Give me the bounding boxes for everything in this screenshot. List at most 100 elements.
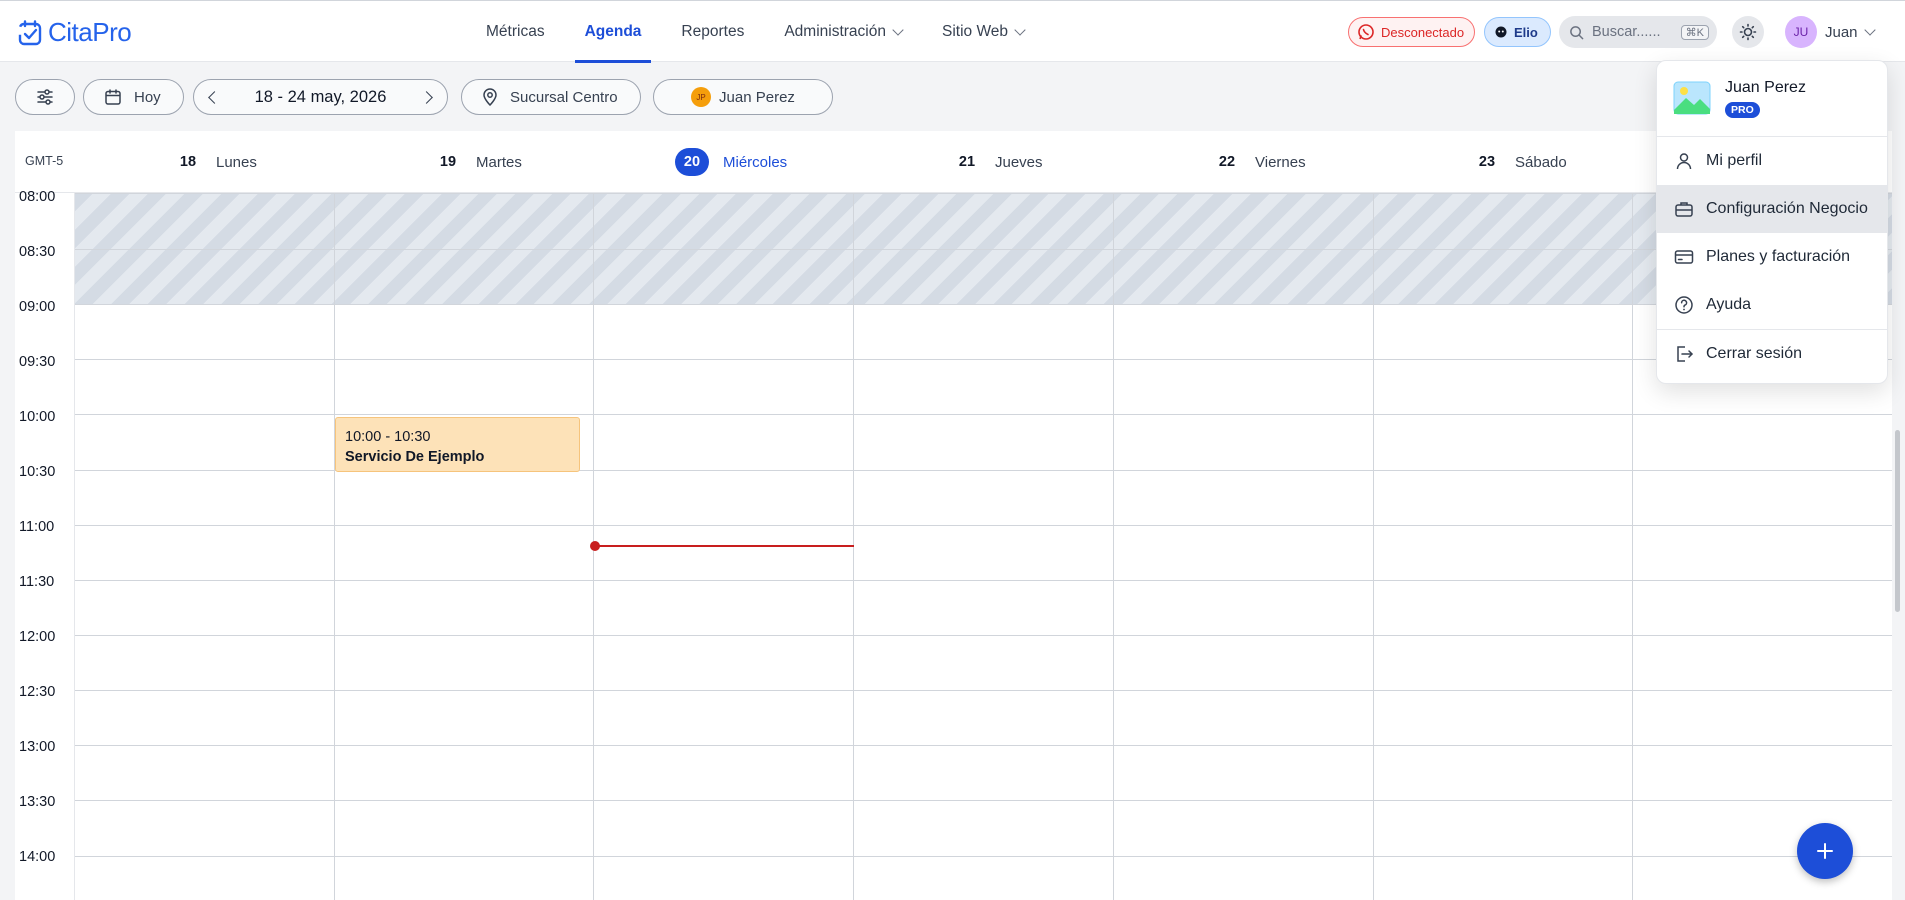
search-shortcut: ⌘K xyxy=(1680,24,1709,40)
time-gridline xyxy=(75,193,1892,194)
day-number: 23 xyxy=(1478,154,1496,170)
appointment-event[interactable]: 10:00 - 10:30 Servicio De Ejemplo xyxy=(335,417,580,472)
menu-item-business-settings[interactable]: Configuración Negocio xyxy=(1657,185,1887,233)
menu-item-profile[interactable]: Mi perfil xyxy=(1657,137,1887,185)
user-icon xyxy=(1676,153,1692,170)
time-label: 12:00 xyxy=(19,629,56,645)
nav-reportes[interactable]: Reportes xyxy=(661,1,764,63)
week-calendar: GMT-5 18 Lunes 19 Martes 20 Miércoles 21… xyxy=(15,131,1892,900)
time-label: 12:30 xyxy=(19,684,56,700)
previous-week-icon[interactable] xyxy=(208,90,221,104)
time-gridline xyxy=(75,580,1892,581)
time-label: 13:30 xyxy=(19,794,56,810)
location-pin-icon xyxy=(483,88,497,106)
avatar: JU xyxy=(1785,16,1817,48)
menu-user-header: Juan Perez PRO xyxy=(1657,61,1887,137)
nav-metricas[interactable]: Métricas xyxy=(466,1,565,63)
event-time: 10:00 - 10:30 xyxy=(345,429,431,445)
main-nav: Métricas Agenda Reportes Administración … xyxy=(466,1,1044,63)
app-logo[interactable]: CitaPro xyxy=(18,17,132,48)
day-header-thursday[interactable]: 21 Jueves xyxy=(953,131,1043,193)
plus-icon xyxy=(1817,843,1833,859)
time-column-divider xyxy=(74,131,75,900)
theme-toggle-button[interactable] xyxy=(1732,16,1764,48)
briefcase-icon xyxy=(1675,202,1693,217)
menu-item-label: Cerrar sesión xyxy=(1706,345,1803,362)
user-photo-placeholder-icon xyxy=(1673,81,1711,115)
time-label: 11:30 xyxy=(19,574,55,590)
whatsapp-icon xyxy=(1358,24,1374,40)
sliders-icon xyxy=(37,89,53,105)
search-input[interactable]: Buscar...... ⌘K xyxy=(1559,16,1717,48)
time-gridline xyxy=(75,856,1892,857)
staff-selector[interactable]: JP Juan Perez xyxy=(653,79,833,115)
today-button[interactable]: Hoy xyxy=(83,79,184,115)
time-gridline xyxy=(75,414,1892,415)
calendar-check-logo-icon xyxy=(18,19,42,45)
branch-label: Sucursal Centro xyxy=(510,88,618,106)
whatsapp-status-text: Desconectado xyxy=(1381,24,1465,40)
search-placeholder: Buscar...... xyxy=(1592,24,1661,40)
day-header-tuesday[interactable]: 19 Martes xyxy=(434,131,522,193)
day-column-divider xyxy=(1113,193,1114,900)
nav-label: Agenda xyxy=(584,23,642,40)
time-gridline xyxy=(75,800,1892,801)
day-header-monday[interactable]: 18 Lunes xyxy=(174,131,257,193)
menu-item-label: Ayuda xyxy=(1706,296,1752,313)
time-label: 13:00 xyxy=(19,739,56,755)
current-time-dot xyxy=(590,541,600,551)
menu-item-billing[interactable]: Planes y facturación xyxy=(1657,233,1887,281)
nav-sitio-web[interactable]: Sitio Web xyxy=(922,1,1044,63)
assistant-button[interactable]: Elio xyxy=(1484,17,1551,47)
menu-item-help[interactable]: Ayuda xyxy=(1657,281,1887,329)
nav-administracion[interactable]: Administración xyxy=(764,1,922,63)
whatsapp-status-badge[interactable]: Desconectado xyxy=(1348,17,1476,47)
calendar-icon xyxy=(105,89,121,105)
time-label: 10:30 xyxy=(19,464,56,480)
day-header-friday[interactable]: 22 Viernes xyxy=(1213,131,1306,193)
nav-agenda[interactable]: Agenda xyxy=(565,1,662,63)
menu-item-logout[interactable]: Cerrar sesión xyxy=(1657,330,1887,378)
day-column-divider xyxy=(1373,193,1374,900)
time-gridline xyxy=(75,249,1892,250)
calendar-scrollbar[interactable] xyxy=(1895,430,1900,612)
user-name: Juan xyxy=(1825,23,1858,41)
day-name: Martes xyxy=(476,153,522,171)
help-icon xyxy=(1675,296,1693,314)
nav-label: Administración xyxy=(784,23,886,40)
time-label: 09:00 xyxy=(19,299,56,315)
day-column-divider xyxy=(1632,193,1633,900)
assistant-label: Elio xyxy=(1514,24,1538,40)
time-gridline xyxy=(75,745,1892,746)
time-label: 09:30 xyxy=(19,354,56,370)
sun-icon xyxy=(1739,23,1757,41)
staff-avatar: JP xyxy=(691,87,712,107)
user-menu-button[interactable]: JU Juan xyxy=(1785,16,1876,48)
search-icon xyxy=(1570,25,1584,39)
day-number: 19 xyxy=(439,154,457,170)
nav-label: Reportes xyxy=(681,23,745,40)
user-dropdown-menu: Juan Perez PRO Mi perfil Configuración N… xyxy=(1656,60,1888,384)
today-label: Hoy xyxy=(134,88,161,106)
event-title: Servicio De Ejemplo xyxy=(345,449,485,465)
time-gridline xyxy=(75,304,1892,305)
time-gridline xyxy=(75,690,1892,691)
staff-label: Juan Perez xyxy=(719,88,795,106)
date-range-label: 18 - 24 may, 2026 xyxy=(254,87,387,106)
next-week-icon[interactable] xyxy=(420,90,433,104)
filters-button[interactable] xyxy=(15,79,75,115)
time-label: 10:00 xyxy=(19,409,56,425)
add-appointment-button[interactable] xyxy=(1797,823,1853,879)
day-name: Lunes xyxy=(216,153,257,171)
top-header: CitaPro Métricas Agenda Reportes Adminis… xyxy=(0,0,1905,63)
date-range-picker[interactable]: 18 - 24 may, 2026 xyxy=(193,79,448,115)
day-name: Jueves xyxy=(995,153,1043,171)
menu-item-label: Configuración Negocio xyxy=(1706,200,1868,217)
day-header-wednesday[interactable]: 20 Miércoles xyxy=(675,131,787,193)
menu-item-label: Planes y facturación xyxy=(1706,248,1851,265)
nav-label: Sitio Web xyxy=(941,23,1009,40)
branch-selector[interactable]: Sucursal Centro xyxy=(461,79,641,115)
current-time-line xyxy=(595,545,854,547)
calendar-header: GMT-5 18 Lunes 19 Martes 20 Miércoles 21… xyxy=(15,131,1892,193)
day-header-saturday[interactable]: 23 Sábado xyxy=(1473,131,1567,193)
